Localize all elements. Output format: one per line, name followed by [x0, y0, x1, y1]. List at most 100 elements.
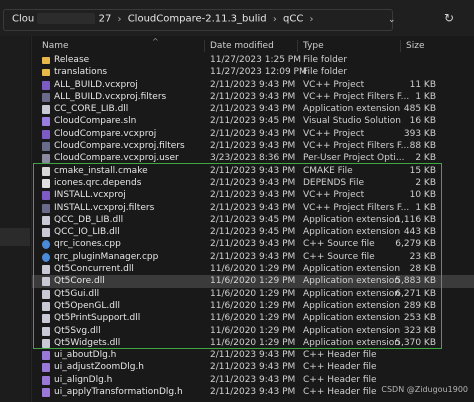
column-header-date[interactable]: Date modified — [210, 41, 274, 51]
file-type: VC++ Project — [303, 128, 365, 139]
breadcrumb-item-qcc[interactable]: qCC — [283, 14, 303, 25]
refresh-icon[interactable]: ↻ — [444, 11, 454, 25]
navigation-pane[interactable] — [0, 36, 30, 402]
file-name: CC_CORE_LIB.dll — [54, 104, 129, 115]
file-size: 16 KB — [409, 116, 436, 127]
filter-file-icon — [42, 92, 50, 102]
column-divider[interactable] — [204, 40, 205, 52]
column-header-name[interactable]: Name — [42, 41, 69, 51]
file-name: Qt5PrintSupport.dll — [54, 313, 141, 324]
file-row[interactable]: Qt5Widgets.dll 11/6/2020 1:29 PM Applicati… — [32, 337, 474, 349]
file-row[interactable]: QCC_IO_LIB.dll 2/11/2023 9:45 PM Applicati… — [32, 226, 474, 238]
file-row[interactable]: Release 11/27/2023 1:25 PM File folder — [32, 54, 474, 66]
file-size: 289 KB — [403, 300, 436, 311]
dll-file-icon — [42, 277, 50, 287]
filter-file-icon — [42, 203, 50, 213]
file-name: Qt5Gui.dll — [54, 288, 100, 299]
file-row[interactable]: ui_aboutDlg.h 2/11/2023 9:43 PM C++ Header… — [32, 349, 474, 361]
sort-arrow-icon: ^ — [152, 37, 159, 46]
user-file-icon — [42, 154, 50, 164]
file-size: 253 KB — [403, 313, 436, 324]
file-row[interactable]: ALL_BUILD.vcxproj.filters 2/11/2023 9:43 … — [32, 91, 474, 103]
file-row[interactable]: INSTALL.vcxproj 2/11/2023 9:43 PM VC++ Pro… — [32, 189, 474, 201]
file-date-modified: 2/11/2023 9:43 PM — [210, 165, 296, 176]
h-file-icon — [42, 388, 50, 398]
file-row[interactable]: CloudCompare.vcxproj.user 3/23/2023 8:36 … — [32, 152, 474, 164]
file-type: C++ Source file — [303, 239, 375, 250]
file-name: Qt5OpenGL.dll — [54, 300, 120, 311]
column-divider[interactable] — [297, 40, 298, 52]
file-row[interactable]: icones.qrc.depends 2/11/2023 9:43 PM DEPEN… — [32, 177, 474, 189]
file-row[interactable]: qrc_pluginManager.cpp 2/11/2023 9:43 PM C+… — [32, 251, 474, 263]
file-row[interactable]: QCC_DB_LIB.dll 2/11/2023 9:45 PM Applicati… — [32, 214, 474, 226]
file-type: Application extension — [303, 288, 401, 299]
file-row[interactable]: Qt5Concurrent.dll 11/6/2020 1:29 PM Applic… — [32, 263, 474, 275]
column-divider[interactable] — [400, 40, 401, 52]
file-size: 393 KB — [403, 128, 436, 139]
file-row[interactable]: CloudCompare.sln 2/11/2023 9:45 PM Visual … — [32, 115, 474, 127]
file-row[interactable]: INSTALL.vcxproj.filters 2/11/2023 9:43 PM… — [32, 202, 474, 214]
file-type: Application extension — [303, 276, 401, 287]
file-date-modified: 11/6/2020 1:29 PM — [210, 300, 296, 311]
file-row[interactable]: Qt5OpenGL.dll 11/6/2020 1:29 PM Applicatio… — [32, 300, 474, 312]
file-name: icones.qrc.depends — [54, 177, 142, 188]
breadcrumb-item-27[interactable]: 27 — [99, 14, 112, 25]
file-row[interactable]: CC_CORE_LIB.dll 2/11/2023 9:43 PM Applicat… — [32, 103, 474, 115]
dll-file-icon — [42, 215, 50, 225]
chevron-down-icon[interactable]: ⌄ — [388, 15, 400, 27]
file-size: 6,279 KB — [395, 239, 436, 250]
folder-file-icon — [42, 69, 50, 77]
file-name: ALL_BUILD.vcxproj.filters — [54, 91, 167, 102]
file-date-modified: 2/11/2023 9:43 PM — [210, 141, 296, 152]
sidebar-selected-item[interactable] — [0, 228, 30, 246]
file-row[interactable]: Qt5Core.dll 11/6/2020 1:29 PM Application … — [32, 275, 474, 288]
file-row[interactable]: Qt5PrintSupport.dll 11/6/2020 1:29 PM Appl… — [32, 312, 474, 324]
file-name: CloudCompare.vcxproj — [54, 128, 157, 139]
file-row[interactable]: ALL_BUILD.vcxproj 2/11/2023 9:43 PM VC++ P… — [32, 79, 474, 91]
file-row[interactable]: CloudCompare.vcxproj 2/11/2023 9:43 PM VC+… — [32, 128, 474, 140]
file-name: ALL_BUILD.vcxproj — [54, 79, 138, 90]
dll-file-icon — [42, 301, 50, 311]
file-row[interactable]: CloudCompare.vcxproj.filters 2/11/2023 9:… — [32, 140, 474, 152]
file-date-modified: 2/11/2023 9:45 PM — [210, 227, 296, 238]
file-name: ui_alignDlg.h — [54, 374, 113, 385]
proj-file-icon — [42, 191, 50, 201]
file-date-modified: 2/11/2023 9:43 PM — [210, 91, 296, 102]
proj-file-icon — [42, 129, 50, 139]
breadcrumb-item-root[interactable]: Clou — [12, 14, 34, 25]
column-header-size[interactable]: Size — [406, 41, 424, 51]
file-date-modified: 11/6/2020 1:29 PM — [210, 325, 296, 336]
file-type: VC++ Project — [303, 79, 365, 90]
column-header-type[interactable]: Type — [303, 41, 324, 51]
address-bar[interactable]: Clou 27 › CloudCompare-2.11.3_bulid › qC… — [3, 9, 396, 31]
file-name: INSTALL.vcxproj — [54, 190, 126, 201]
file-type: Application extension — [303, 227, 401, 238]
file-size: 2 KB — [415, 153, 436, 164]
file-size: 11 KB — [409, 79, 436, 90]
file-type: C++ Header file — [303, 350, 377, 361]
file-row[interactable]: cmake_install.cmake 2/11/2023 9:43 PM CMAK… — [32, 165, 474, 177]
sln-file-icon — [42, 117, 50, 127]
file-date-modified: 11/6/2020 1:29 PM — [210, 313, 296, 324]
breadcrumb-item-cloudcompare[interactable]: CloudCompare-2.11.3_bulid — [128, 14, 267, 25]
chevron-right-icon: › — [272, 13, 277, 25]
file-type: C++ Header file — [303, 387, 377, 398]
folder-file-icon — [42, 57, 50, 64]
file-row[interactable]: Qt5Gui.dll 11/6/2020 1:29 PM Application e… — [32, 288, 474, 300]
file-row[interactable]: ui_adjustZoomDlg.h 2/11/2023 9:43 PM C++ H… — [32, 361, 474, 373]
file-type: C++ Source file — [303, 251, 375, 262]
file-size: 88 KB — [409, 141, 436, 152]
file-type: Application extension — [303, 214, 401, 225]
file-row[interactable]: translations 11/27/2023 12:09 PM File fold… — [32, 66, 474, 78]
file-date-modified: 2/11/2023 9:43 PM — [210, 128, 296, 139]
dll-file-icon — [42, 105, 50, 115]
file-date-modified: 2/11/2023 9:45 PM — [210, 214, 296, 225]
file-row[interactable]: qrc_icones.cpp 2/11/2023 9:43 PM C++ Sourc… — [32, 238, 474, 250]
h-file-icon — [42, 363, 50, 373]
file-name: CloudCompare.vcxproj.user — [54, 153, 179, 164]
file-size: 2 KB — [415, 177, 436, 188]
file-type: Per-User Project Opti... — [303, 153, 405, 164]
file-row[interactable]: Qt5Svg.dll 11/6/2020 1:29 PM Application e… — [32, 325, 474, 337]
file-date-modified: 11/27/2023 1:25 PM — [210, 55, 301, 65]
file-date-modified: 11/6/2020 1:29 PM — [210, 288, 296, 299]
